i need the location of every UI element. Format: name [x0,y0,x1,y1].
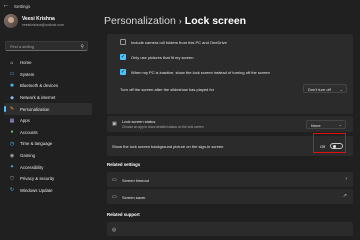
user-profile[interactable]: Veesi Krishna veesikrishna@outlook.com [4,14,89,36]
status-icon: ▣ [112,121,117,127]
sidebar-item-time-language[interactable]: ◷ Time & language [4,138,92,150]
sidebar-item-accessibility[interactable]: ✦ Accessibility [4,161,92,173]
related-support-card[interactable]: ◎ [107,222,353,236]
signin-background-label: Show the lock screen background picture … [112,144,224,149]
checkbox-inactive-lock[interactable]: ✓ [120,69,126,75]
status-value: None [311,122,321,128]
sidebar-item-privacy-security[interactable]: ⛉ Privacy & security [4,173,92,185]
breadcrumb-separator: › [178,16,182,26]
signin-background-card: Show the lock screen background picture … [107,133,353,156]
sidebar-item-label: Accessibility [20,164,44,170]
sidebar-item-label: Privacy & security [20,176,55,182]
checkbox-fit-screen[interactable]: ✓ [120,54,126,60]
external-link-icon: ↗ [342,193,347,199]
avatar [4,14,18,28]
lock-screen-status-card: ▣ Lock screen status Choose an app to sh… [107,116,353,132]
network-icon: ◆ [10,94,14,101]
toggle-state-label: Off [320,143,326,149]
accounts-icon: ● [10,129,14,136]
status-dropdown[interactable]: None ⌄ [306,119,346,129]
help-icon: ◎ [112,226,117,233]
sidebar-item-system[interactable]: ▭ System [4,69,92,81]
sidebar-item-label: Bluetooth & devices [20,83,58,89]
sidebar-item-home[interactable]: ⌂ Home [4,57,92,69]
sidebar-item-label: Windows Update [20,187,53,193]
chevron-down-icon: ⌄ [339,86,343,92]
option-fit-screen-label: Only use pictures that fit my screen [131,54,194,60]
sidebar-item-personalization[interactable]: ✎ Personalization [4,103,92,115]
sidebar-item-apps[interactable]: ▦ Apps [4,115,92,127]
system-icon: ▭ [9,71,15,78]
accessibility-icon: ✦ [9,164,15,171]
sidebar-nav: ⌂ Home ▭ System ✱ Bluetooth & devices ◆ Network… [4,57,92,196]
option-inactive-lock-label: When my PC is inactive, show the lock sc… [131,69,270,75]
gaming-icon: ◉ [9,152,15,159]
personalization-icon: ✎ [9,106,15,113]
sidebar-item-label: Network & internet [20,95,56,101]
related-support-title: Related support [107,212,140,217]
checkbox-camera-roll[interactable] [120,39,126,45]
option-camera-roll-label: Include camera roll folders from this PC… [131,39,227,45]
related-settings-title: Related settings [107,162,141,167]
window-title: Settings [14,3,31,9]
status-subtitle: Choose an app to show detailed status on… [122,124,204,129]
screen-timeout-icon: ▭ [112,176,117,183]
sidebar-item-gaming[interactable]: ◉ Gaming [4,150,92,162]
sidebar: Veesi Krishna veesikrishna@outlook.com F… [0,12,93,240]
turn-off-dropdown[interactable]: Don't turn off ⌄ [303,84,347,93]
option-fit-screen[interactable]: ✓ Only use pictures that fit my screen [120,54,193,60]
breadcrumb: Personalization › Lock screen [104,15,246,27]
time-language-icon: ◷ [9,140,15,147]
slideshow-options-card: Include camera roll folders from this PC… [107,34,353,114]
screen-saver-icon: ▭ [112,193,117,200]
signin-background-toggle[interactable] [330,143,343,149]
apps-icon: ▦ [9,117,15,124]
sidebar-item-label: Gaming [20,153,36,159]
chevron-down-icon: ⌄ [338,122,342,127]
search-placeholder: Find a setting [10,44,35,49]
home-icon: ⌂ [10,59,14,66]
toggle-knob [332,145,336,148]
breadcrumb-parent[interactable]: Personalization [104,15,176,27]
sidebar-item-label: System [20,71,35,77]
turn-off-label: Turn off the screen after the slideshow … [120,87,215,92]
sidebar-item-label: Home [20,60,32,66]
page-title: Lock screen [184,15,247,27]
windows-update-icon: ↻ [9,187,15,194]
user-name: Veesi Krishna [22,16,55,22]
sidebar-item-label: Personalization [20,106,50,112]
sidebar-item-bluetooth-devices[interactable]: ✱ Bluetooth & devices [4,80,92,92]
title-bar: ← Settings [0,0,360,12]
sidebar-item-windows-update[interactable]: ↻ Windows Update [4,185,92,197]
back-arrow-icon[interactable]: ← [2,2,10,10]
link-screen-saver[interactable]: ▭ Screen saver ↗ [107,189,353,204]
sidebar-item-accounts[interactable]: ● Accounts [4,127,92,139]
main-content: Personalization › Lock screen Include came… [98,12,360,240]
link-screen-timeout[interactable]: ▭ Screen timeout › [107,172,353,187]
search-icon[interactable]: ⚲ [80,44,84,50]
sidebar-item-label: Time & language [20,141,53,147]
user-email: veesikrishna@outlook.com [22,23,64,27]
search-box[interactable]: Find a setting ⚲ [5,41,88,51]
link-screen-timeout-label: Screen timeout [122,177,149,183]
status-title: Lock screen status [122,118,156,124]
option-camera-roll[interactable]: Include camera roll folders from this PC… [120,39,227,45]
bluetooth-icon: ✱ [9,82,15,89]
link-screen-saver-label: Screen saver [122,194,146,200]
sidebar-item-network-internet[interactable]: ◆ Network & internet [4,92,92,104]
sidebar-item-label: Apps [20,118,30,124]
turn-off-value: Don't turn off [308,87,331,92]
sidebar-item-label: Accounts [20,129,38,135]
privacy-shield-icon: ⛉ [10,175,14,182]
option-inactive-lock[interactable]: ✓ When my PC is inactive, show the lock … [120,69,270,75]
chevron-right-icon: › [345,176,347,182]
